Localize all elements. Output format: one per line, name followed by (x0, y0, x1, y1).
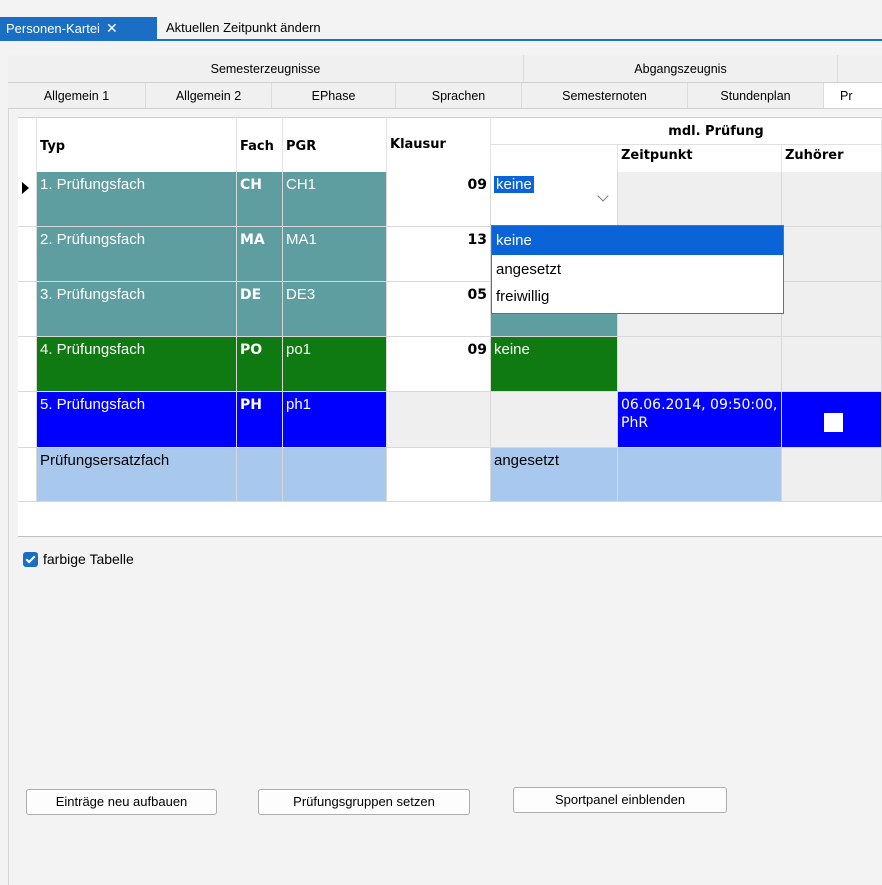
cell-mdl[interactable] (491, 392, 618, 448)
tab-label: Abgangszeugnis (634, 62, 727, 76)
header-mdl-pruefung: mdl. Prüfung (491, 118, 882, 145)
cell-pgr[interactable]: MA1 (283, 227, 387, 282)
cell-typ[interactable]: 4. Prüfungsfach (37, 337, 237, 392)
cell-typ[interactable]: 3. Prüfungsfach (37, 282, 237, 337)
tab-sprachen[interactable]: Sprachen (396, 83, 522, 108)
tab-ephase[interactable]: EPhase (272, 83, 396, 108)
tab-label: Semesternoten (562, 89, 647, 103)
tab-stundenplan[interactable]: Stundenplan (688, 83, 824, 108)
tab-abgangszeugnis[interactable]: Abgangszeugnis (524, 55, 838, 82)
tab-label: Personen-Kartei (6, 21, 100, 36)
cell-zuhoerer[interactable] (782, 448, 882, 502)
close-icon[interactable]: ✕ (106, 17, 118, 39)
cell-fach[interactable] (237, 448, 283, 502)
cell-pgr[interactable]: po1 (283, 337, 387, 392)
tab-label: EPhase (311, 89, 356, 103)
colored-table-checkbox[interactable] (23, 552, 38, 567)
window-tab-bar: Personen-Kartei ✕ Aktuellen Zeitpunkt änd… (0, 0, 882, 41)
cell-typ[interactable]: 1. Prüfungsfach (37, 172, 237, 227)
tab-row-upper: Semesterzeugnisse Abgangszeugnis (8, 55, 882, 83)
tab-semesterzeugnisse[interactable]: Semesterzeugnisse (8, 55, 524, 82)
cell-klausur[interactable]: 13 (387, 227, 491, 282)
tab-label: Allgemein 1 (43, 89, 110, 103)
cell-zuhoerer[interactable] (782, 337, 882, 392)
mdl-dropdown-list[interactable]: keine angesetzt freiwillig (491, 225, 784, 314)
tab-label: Sprachen (431, 89, 486, 103)
header-typ[interactable]: Typ (37, 118, 237, 172)
header-klausur[interactable]: Klausur (387, 118, 491, 172)
current-row-arrow-icon (22, 182, 29, 194)
tab-pruefungen[interactable]: Pr (824, 83, 882, 108)
row-selector[interactable] (18, 282, 37, 337)
header-zuhoerer[interactable]: Zuhörer (782, 145, 882, 172)
tab-label: Aktuellen Zeitpunkt ändern (166, 20, 321, 35)
combobox-value: keine (494, 176, 534, 193)
tab-label: Allgemein 2 (175, 89, 242, 103)
header-mdl-status[interactable] (491, 145, 618, 172)
cell-fach[interactable]: PH (237, 392, 283, 448)
header-fach[interactable]: Fach (237, 118, 283, 172)
set-exam-groups-button[interactable]: Prüfungsgruppen setzen (258, 789, 470, 815)
tab-row-lower: Allgemein 1 Allgemein 2 EPhase Sprachen … (8, 83, 882, 109)
cell-zeitpunkt[interactable] (618, 448, 782, 502)
tab-zeitpunkt-aendern[interactable]: Aktuellen Zeitpunkt ändern (160, 17, 327, 41)
dropdown-option-keine[interactable]: keine (492, 226, 783, 255)
cell-klausur[interactable] (387, 448, 491, 502)
cell-typ[interactable]: Prüfungsersatzfach (37, 448, 237, 502)
tab-label: Stundenplan (720, 89, 791, 103)
cell-klausur[interactable]: 09 (387, 172, 491, 227)
row-selector[interactable] (18, 392, 37, 448)
chevron-down-icon[interactable] (597, 190, 609, 202)
cell-mdl-combobox[interactable]: keine (491, 172, 618, 227)
rebuild-entries-button[interactable]: Einträge neu aufbauen (26, 789, 217, 815)
dropdown-option-freiwillig[interactable]: freiwillig (492, 284, 783, 313)
show-sport-panel-button[interactable]: Sportpanel einblenden (513, 787, 727, 813)
cell-klausur[interactable]: 09 (387, 337, 491, 392)
tab-label: Pr (840, 89, 853, 103)
cell-zuhoerer[interactable] (782, 227, 882, 282)
header-zeitpunkt[interactable]: Zeitpunkt (618, 145, 782, 172)
cell-zeitpunkt[interactable] (618, 172, 782, 227)
tab-personen-kartei[interactable]: Personen-Kartei ✕ (0, 17, 157, 41)
cell-mdl[interactable]: keine (491, 337, 618, 392)
cell-pgr[interactable]: CH1 (283, 172, 387, 227)
cell-zuhoerer[interactable] (782, 392, 882, 448)
cell-zuhoerer[interactable] (782, 282, 882, 337)
tab-allgemein-2[interactable]: Allgemein 2 (146, 83, 272, 108)
row-selector[interactable] (18, 448, 37, 502)
cell-typ[interactable]: 2. Prüfungsfach (37, 227, 237, 282)
dropdown-option-angesetzt[interactable]: angesetzt (492, 255, 783, 284)
row-header-corner (18, 118, 37, 172)
cell-pgr[interactable] (283, 448, 387, 502)
cell-pgr[interactable]: DE3 (283, 282, 387, 337)
cell-fach[interactable]: CH (237, 172, 283, 227)
tab-label: Semesterzeugnisse (210, 62, 321, 76)
cell-zeitpunkt[interactable]: 06.06.2014, 09:50:00, PhR (618, 392, 782, 448)
tab-semesternoten[interactable]: Semesternoten (522, 83, 688, 108)
zuhoerer-checkbox[interactable] (825, 414, 842, 431)
cell-zuhoerer[interactable] (782, 172, 882, 227)
cell-klausur[interactable] (387, 392, 491, 448)
cell-fach[interactable]: MA (237, 227, 283, 282)
cell-klausur[interactable]: 05 (387, 282, 491, 337)
tab-allgemein-1[interactable]: Allgemein 1 (8, 83, 146, 108)
cell-mdl[interactable]: angesetzt (491, 448, 618, 502)
row-selector[interactable] (18, 227, 37, 282)
cell-fach[interactable]: DE (237, 282, 283, 337)
cell-typ[interactable]: 5. Prüfungsfach (37, 392, 237, 448)
cell-pgr[interactable]: ph1 (283, 392, 387, 448)
row-selector[interactable] (18, 172, 37, 227)
colored-table-label: farbige Tabelle (43, 551, 134, 567)
cell-zeitpunkt[interactable] (618, 337, 782, 392)
cell-fach[interactable]: PO (237, 337, 283, 392)
row-selector[interactable] (18, 337, 37, 392)
header-pgr[interactable]: PGR (283, 118, 387, 172)
